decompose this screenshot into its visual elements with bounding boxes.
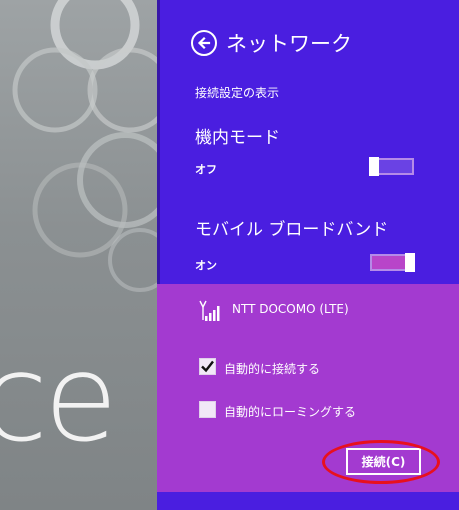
desktop-background: ce bbox=[0, 0, 157, 510]
toggle-thumb bbox=[405, 253, 415, 272]
airplane-mode-title: 機内モード bbox=[195, 128, 280, 148]
network-name: NTT DOCOMO (LTE) bbox=[232, 302, 349, 316]
auto-connect-checkbox[interactable] bbox=[199, 358, 216, 375]
background-text: ce bbox=[0, 330, 118, 469]
airplane-mode-toggle[interactable] bbox=[369, 157, 414, 176]
back-button[interactable] bbox=[191, 30, 217, 56]
airplane-mode-state: オフ bbox=[195, 163, 217, 176]
view-connection-settings-link[interactable]: 接続設定の表示 bbox=[195, 84, 279, 101]
checkmark-icon bbox=[201, 360, 214, 373]
connect-button[interactable]: 接続(C) bbox=[346, 448, 421, 475]
signal-strength-icon bbox=[197, 298, 223, 326]
auto-roaming-label: 自動的にローミングする bbox=[224, 405, 357, 419]
auto-roaming-checkbox[interactable] bbox=[199, 401, 216, 418]
mobile-broadband-toggle[interactable] bbox=[370, 253, 415, 272]
mobile-broadband-title: モバイル ブロードバンド bbox=[195, 220, 389, 240]
mobile-broadband-state: オン bbox=[195, 259, 217, 272]
panel-bottom bbox=[157, 492, 459, 510]
panel-title: ネットワーク bbox=[226, 32, 352, 56]
auto-connect-label: 自動的に接続する bbox=[224, 362, 321, 376]
toggle-thumb bbox=[369, 157, 379, 176]
arrow-left-icon bbox=[197, 36, 211, 50]
